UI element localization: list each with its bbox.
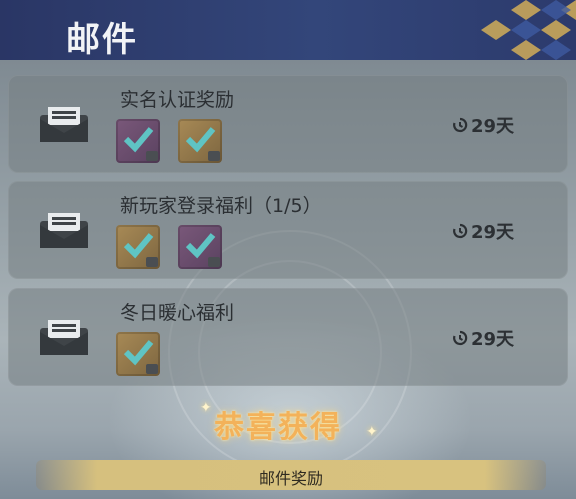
reward-item[interactable] xyxy=(116,225,160,269)
header-bar: 邮件 xyxy=(0,0,576,60)
clock-icon xyxy=(453,117,468,133)
item-corner-badge xyxy=(146,257,158,267)
congrats-banner: 恭喜获得 xyxy=(214,410,342,445)
checkmark-icon xyxy=(185,127,216,153)
expiry-text: 29天 xyxy=(471,329,515,350)
item-corner-badge xyxy=(208,257,220,267)
mail-title: 冬日暖心福利 xyxy=(120,302,235,324)
expiry-label: 29天 xyxy=(452,113,514,137)
sparkle-icon: ✦ xyxy=(366,424,378,440)
mail-title: 新玩家登录福利（1/5） xyxy=(120,195,322,217)
item-corner-badge xyxy=(146,364,158,374)
item-corner-badge xyxy=(146,151,158,161)
mail-item-1[interactable]: 实名认证奖励 29天 xyxy=(8,75,568,173)
header-pattern-icon xyxy=(481,0,576,60)
item-corner-badge xyxy=(208,151,220,161)
reward-item[interactable] xyxy=(178,225,222,269)
reward-item[interactable] xyxy=(178,119,222,163)
checkmark-icon xyxy=(123,233,154,259)
expiry-label: 29天 xyxy=(452,326,514,350)
envelope-icon xyxy=(40,320,88,355)
mail-item-3[interactable]: 冬日暖心福利 29天 xyxy=(8,288,568,386)
checkmark-icon xyxy=(123,127,154,153)
reward-item[interactable] xyxy=(116,332,160,376)
reward-item[interactable] xyxy=(116,119,160,163)
checkmark-icon xyxy=(123,340,154,366)
checkmark-icon xyxy=(185,233,216,259)
sparkle-icon: ✦ xyxy=(200,400,212,416)
expiry-text: 29天 xyxy=(471,116,515,137)
expiry-text: 29天 xyxy=(471,222,515,243)
clock-icon xyxy=(453,223,468,239)
ribbon-label: 邮件奖励 xyxy=(258,469,323,488)
reward-ribbon: 邮件奖励 xyxy=(36,460,546,490)
envelope-icon xyxy=(40,213,88,248)
page-title: 邮件 xyxy=(66,20,138,60)
clock-icon xyxy=(453,330,468,346)
expiry-label: 29天 xyxy=(452,219,514,243)
mail-title: 实名认证奖励 xyxy=(120,89,235,111)
mail-item-2[interactable]: 新玩家登录福利（1/5） 29天 xyxy=(8,181,568,279)
envelope-icon xyxy=(40,107,88,142)
